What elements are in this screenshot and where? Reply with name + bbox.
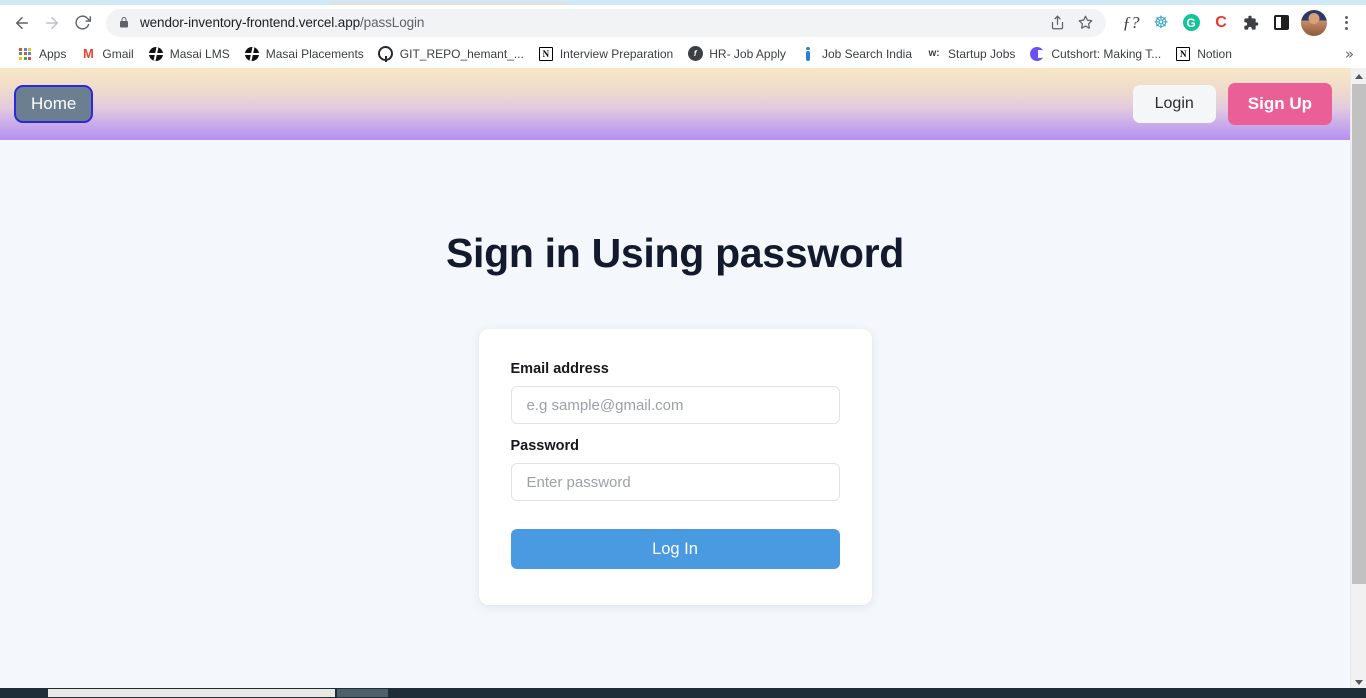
vertical-scroll-thumb[interactable] [1352,84,1366,584]
wellfound-icon: w: [928,48,940,59]
horizontal-scrollbar[interactable] [0,688,1366,698]
vertical-scrollbar[interactable] [1350,68,1366,690]
address-bar[interactable]: wendor-inventory-frontend.vercel.app/pas… [106,8,1106,37]
star-icon[interactable] [1072,10,1098,36]
tab-strip [0,0,1366,5]
log-in-submit-button[interactable]: Log In [510,529,840,569]
back-arrow-icon [16,16,28,29]
bookmarks-bar: Apps M Gmail Masai LMS Masai Placements … [0,40,1366,68]
bookmark-job-search-india[interactable]: Job Search India [793,43,919,65]
extension-icons: ƒ? ☸ G C [1112,9,1358,36]
horizontal-scroll-thumb[interactable] [48,689,335,697]
bookmark-label: Interview Preparation [559,46,674,61]
chevron-up-icon [1355,73,1363,79]
github-icon [378,46,394,62]
bookmark-label: Apps [39,46,67,61]
page-title: Sign in Using password [445,230,905,276]
f-question-extension-icon[interactable]: ƒ? [1118,10,1144,36]
bookmarks-overflow-button[interactable]: » [1341,45,1358,63]
password-field[interactable] [510,463,840,501]
password-label: Password [510,438,580,454]
cutshort-icon [1029,46,1046,62]
bookmark-cutshort[interactable]: Cutshort: Making T... [1022,43,1168,65]
chevron-down-icon [1355,679,1363,685]
url-domain: wendor-inventory-frontend.vercel.app [140,15,361,30]
grammarly-g-glyph: G [1182,14,1200,31]
page-viewport: Home Login Sign Up Sign in Using passwor… [0,68,1366,698]
notion-icon: N [538,46,554,62]
home-button[interactable]: Home [14,84,94,124]
sidepanel-glyph [1273,15,1289,30]
page-content: Sign in Using password Email address Pas… [0,140,1350,605]
bookmark-masai-lms[interactable]: Masai LMS [141,43,237,65]
login-button[interactable]: Login [1132,85,1216,123]
bookmark-label: HR- Job Apply [709,46,786,61]
bookmark-label: Masai Placements [265,46,364,61]
sidepanel-icon[interactable] [1268,10,1294,36]
bookmark-git-repo[interactable]: GIT_REPO_hemant_... [371,43,531,65]
bookmark-gmail[interactable]: M Gmail [73,43,140,65]
omnibox-actions [1044,8,1104,37]
bookmark-label: Gmail [102,46,134,61]
gmail-icon: M [82,46,94,61]
forward-arrow-icon [46,16,58,29]
bookmark-label: Masai LMS [169,46,230,61]
job-search-icon [800,46,816,62]
bookmark-label: Cutshort: Making T... [1051,46,1162,61]
navbar-actions: Login Sign Up [1132,83,1332,125]
lock-icon [118,16,130,29]
web-page: Home Login Sign Up Sign in Using passwor… [0,68,1350,690]
browser-window: wendor-inventory-frontend.vercel.app/pas… [0,0,1366,698]
bookmark-interview-preparation[interactable]: N Interview Preparation [531,43,680,65]
bookmark-label: GIT_REPO_hemant_... [399,46,524,61]
bookmark-masai-placements[interactable]: Masai Placements [237,43,371,65]
email-label: Email address [510,361,609,377]
masai-globe-icon [244,46,260,62]
site-navbar: Home Login Sign Up [0,68,1350,140]
signup-button[interactable]: Sign Up [1227,83,1332,125]
horizontal-scroll-secondary[interactable] [337,689,388,697]
avatar[interactable] [1301,9,1327,36]
login-card: Email address Password Log In [478,329,872,605]
bookmark-startup-jobs[interactable]: w: Startup Jobs [919,43,1022,65]
forward-button[interactable] [38,9,66,37]
puzzle-glyph [1244,15,1259,30]
extensions-puzzle-icon[interactable] [1238,10,1264,36]
apps-grid-icon [17,46,33,62]
hr-icon: f [687,46,703,62]
url-text: wendor-inventory-frontend.vercel.app/pas… [140,15,424,30]
share-icon[interactable] [1044,10,1070,36]
email-field[interactable] [510,386,840,424]
bookmark-label: Job Search India [821,46,912,61]
notion-icon: N [1175,46,1191,62]
scroll-up-button[interactable] [1351,68,1366,84]
bookmark-label: Startup Jobs [948,46,1016,61]
three-dot-menu-icon[interactable] [1334,10,1358,36]
bookmark-notion[interactable]: N Notion [1168,43,1239,65]
masai-globe-icon [148,46,164,62]
reload-button[interactable] [68,9,96,37]
grammarly-extension-icon[interactable]: G [1178,10,1204,36]
reload-icon [74,15,91,30]
bookmark-hr-job-apply[interactable]: f HR- Job Apply [680,43,793,65]
active-tab[interactable] [330,2,570,5]
browser-toolbar: wendor-inventory-frontend.vercel.app/pas… [0,5,1366,40]
colon-c-extension-icon[interactable]: C [1208,10,1234,36]
bookmark-label: Notion [1197,46,1232,61]
bookmark-apps[interactable]: Apps [10,43,73,65]
globe-web-extension-icon[interactable]: ☸ [1148,10,1174,36]
url-path: /passLogin [360,15,425,30]
lock-glyph [120,17,128,28]
back-button[interactable] [8,9,36,37]
